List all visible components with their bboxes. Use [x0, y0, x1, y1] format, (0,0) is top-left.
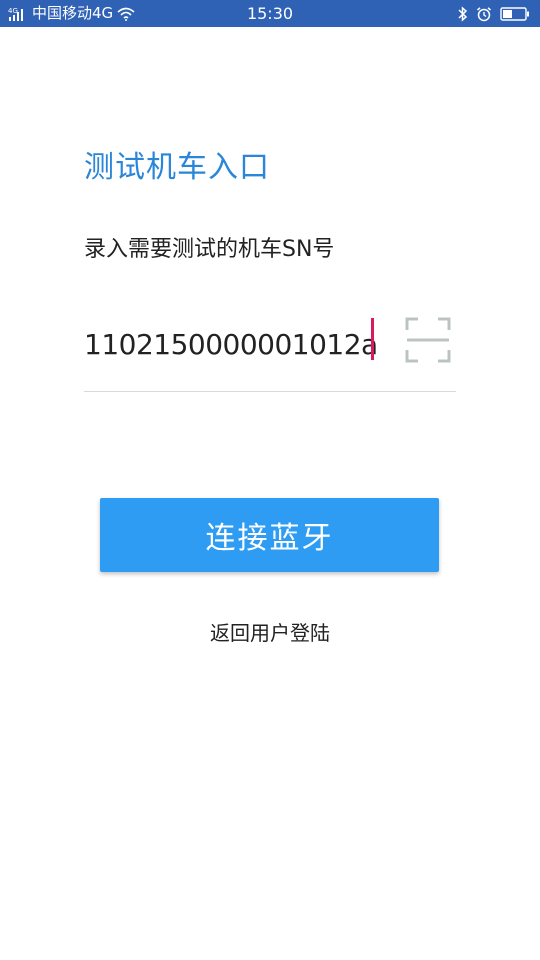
page-subtitle: 录入需要测试的机车SN号	[84, 237, 335, 262]
connect-bluetooth-button[interactable]: 连接蓝牙	[100, 498, 439, 572]
status-bar: 4G 中国移动4G 15:30	[0, 0, 540, 27]
battery-icon	[500, 6, 530, 21]
bluetooth-icon	[458, 5, 468, 22]
back-to-login-link[interactable]: 返回用户登陆	[0, 620, 540, 646]
page-title: 测试机车入口	[84, 150, 270, 185]
status-bar-right	[458, 4, 530, 23]
scan-icon	[404, 317, 452, 368]
scan-button[interactable]	[404, 316, 452, 364]
text-caret	[371, 318, 374, 360]
input-underline	[84, 391, 456, 392]
sn-input-row	[84, 312, 456, 392]
sn-input[interactable]	[84, 322, 384, 366]
alarm-icon	[476, 6, 492, 22]
